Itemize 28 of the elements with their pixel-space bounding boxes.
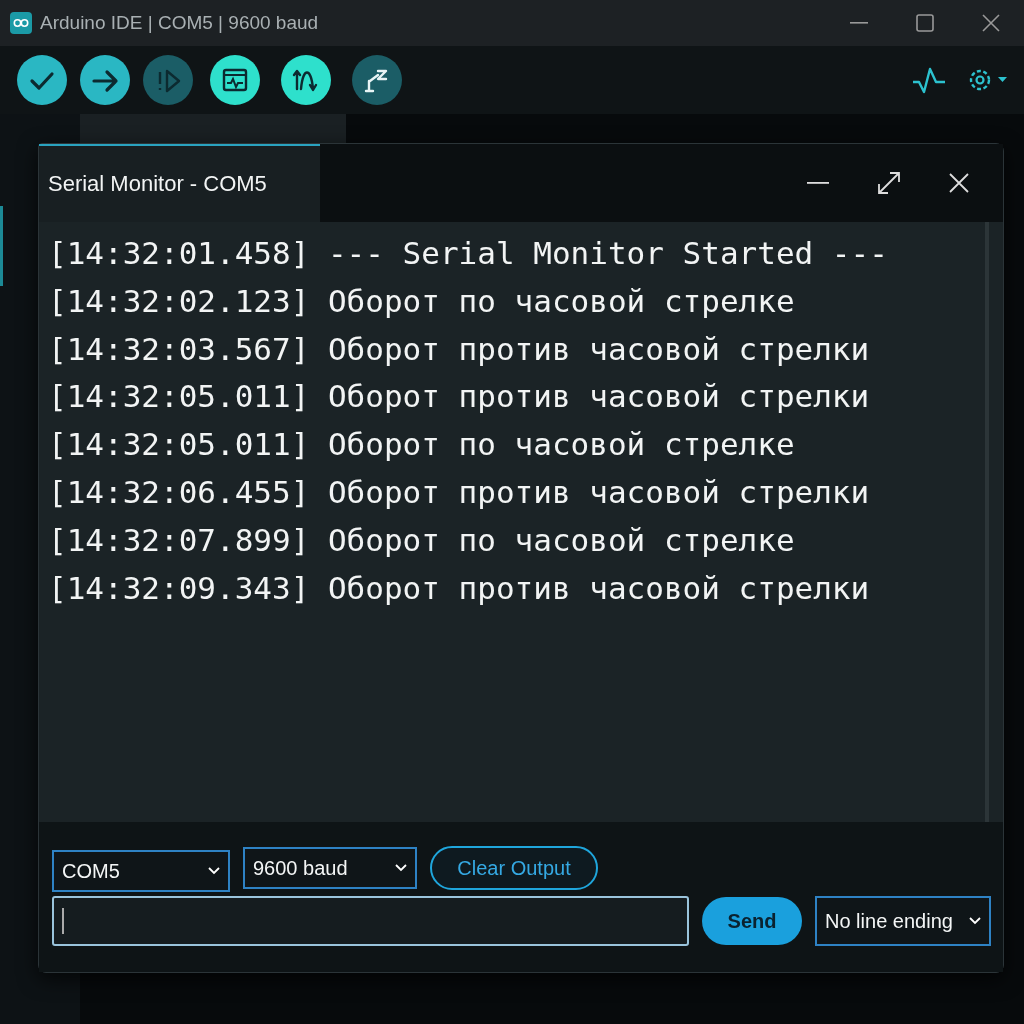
- upload-button[interactable]: [80, 55, 130, 105]
- plotter-button[interactable]: [281, 55, 331, 105]
- log-line: [14:32:05.011] Оборот против часовой стрелки: [48, 377, 870, 417]
- serial-monitor-button[interactable]: [210, 55, 260, 105]
- send-button[interactable]: Send: [702, 897, 802, 945]
- serial-plotter-icon[interactable]: [912, 66, 946, 94]
- dialog-title: Serial Monitor - COM5: [48, 171, 267, 197]
- chevron-down-icon: [395, 864, 407, 872]
- chevron-down-icon: [969, 917, 981, 925]
- chevron-down-icon: [208, 867, 220, 875]
- verify-button[interactable]: [17, 55, 67, 105]
- window-title: Arduino IDE | COM5 | 9600 baud: [40, 12, 319, 34]
- app-logo-icon: [10, 12, 32, 34]
- log-line: [14:32:06.455] Оборот против часовой стрелки: [48, 473, 870, 512]
- log-line: [14:32:07.899] Оборот по часовой стрелке: [48, 520, 795, 560]
- port-select[interactable]: COM5: [52, 850, 230, 892]
- message-input-field[interactable]: [52, 896, 689, 946]
- baud-select[interactable]: 9600 baud: [243, 847, 417, 889]
- close-icon[interactable]: [982, 14, 1000, 32]
- log-line: [14:32:01.458] --- Serial Monitor Started ---: [48, 234, 888, 273]
- clear-output-button[interactable]: Clear Output: [430, 846, 598, 890]
- expand-icon[interactable]: [877, 171, 901, 195]
- log-line: [14:32:03.567] Оборот против часовой стрелки: [48, 329, 870, 369]
- log-line: [14:32:05.011] Оборот по часовой стрелке: [48, 425, 795, 465]
- log-line: [14:32:09.343] Оборот против часовой стрелки: [48, 568, 870, 608]
- log-line: [14:32:02.123] Оборот по часовой стрелке: [48, 281, 795, 321]
- maximize-icon[interactable]: [916, 14, 934, 32]
- line-ending-select[interactable]: No line ending: [815, 896, 991, 946]
